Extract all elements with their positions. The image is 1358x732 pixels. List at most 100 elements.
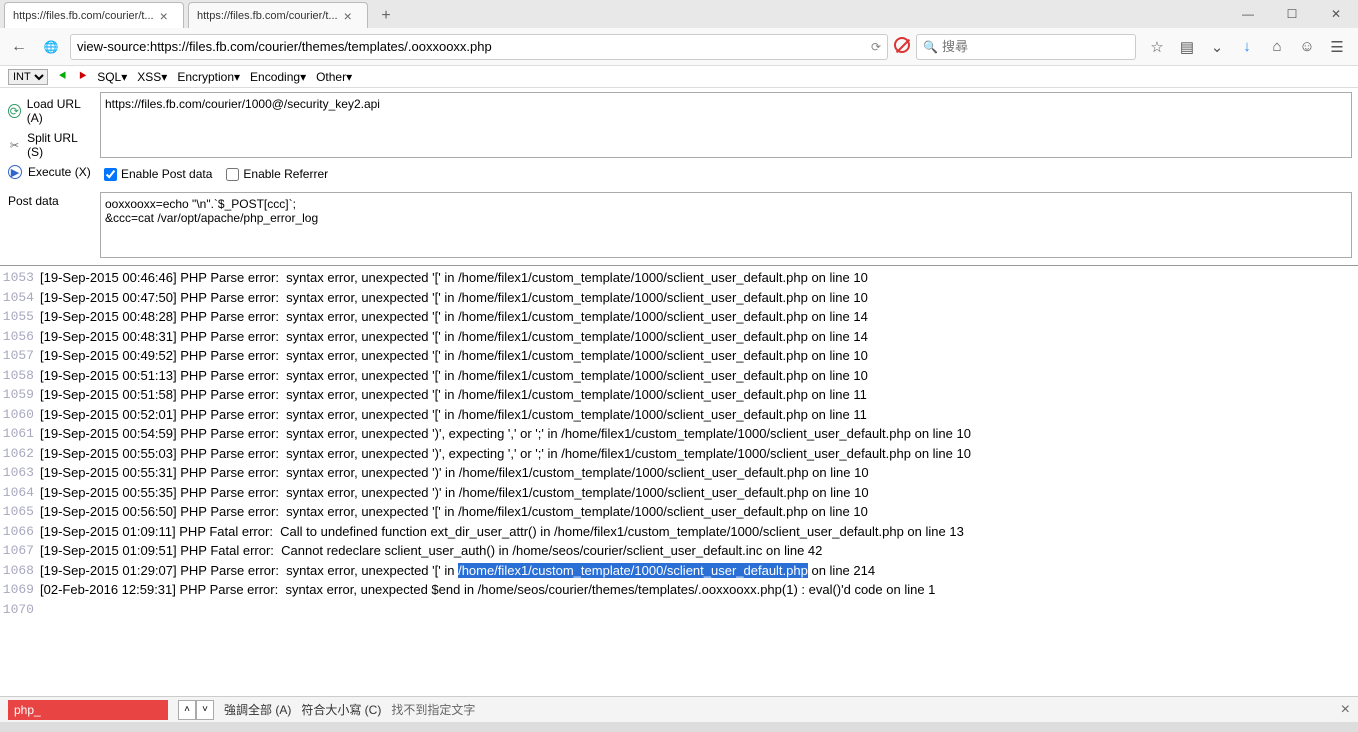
line-text[interactable]: [19-Sep-2015 00:51:13] PHP Parse error: … — [40, 366, 1358, 386]
line-text[interactable]: [19-Sep-2015 00:51:58] PHP Parse error: … — [40, 385, 1358, 405]
close-icon[interactable]: × — [344, 8, 352, 24]
line-number: 1067 — [0, 541, 40, 561]
line-number: 1070 — [0, 600, 40, 620]
enable-referrer-label: Enable Referrer — [243, 167, 328, 181]
line-number: 1053 — [0, 268, 40, 288]
run-left-icon[interactable]: ⯇ — [58, 69, 68, 84]
line-number: 1061 — [0, 424, 40, 444]
find-prev-button[interactable]: ˄ — [178, 700, 196, 720]
pocket-icon[interactable]: ⌄ — [1206, 38, 1228, 56]
taskbar-sliver — [0, 722, 1358, 732]
home-icon[interactable]: ⌂ — [1266, 38, 1288, 55]
line-text[interactable]: [02-Feb-2016 12:59:31] PHP Parse error: … — [40, 580, 1358, 600]
browser-tab-0[interactable]: https://files.fb.com/courier/t... × — [4, 2, 184, 28]
referrer-checkbox[interactable] — [226, 168, 239, 181]
line-number: 1065 — [0, 502, 40, 522]
minimize-button[interactable]: — — [1226, 0, 1270, 28]
close-window-button[interactable]: ✕ — [1314, 0, 1358, 28]
search-icon: 🔍 — [923, 40, 938, 54]
line-number: 1055 — [0, 307, 40, 327]
reload-icon[interactable]: ⟳ — [871, 40, 881, 54]
line-text[interactable]: [19-Sep-2015 00:55:35] PHP Parse error: … — [40, 483, 1358, 503]
line-number: 1066 — [0, 522, 40, 542]
split-url-button[interactable]: ✂ Split URL (S) — [8, 128, 92, 162]
source-line: 1057[19-Sep-2015 00:49:52] PHP Parse err… — [0, 346, 1358, 366]
highlighted-path[interactable]: /home/filex1/custom_template/1000/sclien… — [458, 563, 808, 578]
source-line: 1056[19-Sep-2015 00:48:31] PHP Parse err… — [0, 327, 1358, 347]
execute-button[interactable]: ▶ Execute (X) — [8, 162, 92, 182]
line-text[interactable]: [19-Sep-2015 01:29:07] PHP Parse error: … — [40, 561, 1358, 581]
highlight-all-option[interactable]: 強調全部 (A) — [224, 701, 291, 718]
line-number: 1062 — [0, 444, 40, 464]
maximize-button[interactable]: ☐ — [1270, 0, 1314, 28]
line-number: 1064 — [0, 483, 40, 503]
line-text[interactable]: [19-Sep-2015 00:47:50] PHP Parse error: … — [40, 288, 1358, 308]
line-text[interactable]: [19-Sep-2015 00:46:46] PHP Parse error: … — [40, 268, 1358, 288]
menu-icon[interactable]: ☰ — [1326, 38, 1348, 56]
find-next-button[interactable]: ˅ — [196, 700, 214, 720]
line-number: 1063 — [0, 463, 40, 483]
chat-icon[interactable]: ☺ — [1296, 38, 1318, 55]
navbar: ← 🌐 ⟳ 🔍 ☆ ▤ ⌄ ↓ ⌂ ☺ ☰ — [0, 28, 1358, 66]
titlebar: https://files.fb.com/courier/t... × http… — [0, 0, 1358, 28]
line-number: 1054 — [0, 288, 40, 308]
load-url-button[interactable]: ⟳ Load URL (A) — [8, 94, 92, 128]
mode-select[interactable]: INT — [8, 69, 48, 85]
hackbar-url-input[interactable] — [100, 92, 1352, 158]
window-controls: — ☐ ✕ — [1226, 0, 1358, 28]
download-icon[interactable]: ↓ — [1236, 38, 1258, 55]
line-text[interactable]: [19-Sep-2015 01:09:51] PHP Fatal error: … — [40, 541, 1358, 561]
line-text[interactable]: [19-Sep-2015 01:09:11] PHP Fatal error: … — [40, 522, 1358, 542]
load-icon: ⟳ — [8, 104, 21, 118]
line-number: 1069 — [0, 580, 40, 600]
menu-sql[interactable]: SQL▾ — [97, 70, 127, 84]
hackbar-menu: INT ⯇ ⯈ SQL▾ XSS▾ Encryption▾ Encoding▾ … — [0, 66, 1358, 88]
source-line: 1064[19-Sep-2015 00:55:35] PHP Parse err… — [0, 483, 1358, 503]
match-case-option[interactable]: 符合大小寫 (C) — [301, 701, 381, 718]
search-bar[interactable]: 🔍 — [916, 34, 1136, 60]
menu-other[interactable]: Other▾ — [316, 70, 352, 84]
find-bar: ˄ ˅ 強調全部 (A) 符合大小寫 (C) 找不到指定文字 × — [0, 696, 1358, 722]
line-text[interactable]: [19-Sep-2015 00:55:03] PHP Parse error: … — [40, 444, 1358, 464]
search-input[interactable] — [942, 39, 1129, 54]
browser-tab-1[interactable]: https://files.fb.com/courier/t... × — [188, 2, 368, 28]
source-line: 1053[19-Sep-2015 00:46:46] PHP Parse err… — [0, 268, 1358, 288]
url-input[interactable] — [77, 39, 871, 54]
postdata-input[interactable] — [100, 192, 1352, 258]
back-button[interactable]: ← — [6, 34, 32, 60]
source-line: 1058[19-Sep-2015 00:51:13] PHP Parse err… — [0, 366, 1358, 386]
url-bar[interactable]: ⟳ — [70, 34, 888, 60]
line-text[interactable] — [40, 600, 1358, 620]
library-icon[interactable]: ▤ — [1176, 38, 1198, 56]
line-text[interactable]: [19-Sep-2015 00:55:31] PHP Parse error: … — [40, 463, 1358, 483]
line-text[interactable]: [19-Sep-2015 00:54:59] PHP Parse error: … — [40, 424, 1358, 444]
line-number: 1058 — [0, 366, 40, 386]
post-checkbox[interactable] — [104, 168, 117, 181]
execute-label: Execute (X) — [28, 165, 91, 179]
close-icon[interactable]: × — [160, 8, 168, 24]
enable-post-checkbox[interactable]: Enable Post data — [104, 167, 212, 181]
line-text[interactable]: [19-Sep-2015 00:56:50] PHP Parse error: … — [40, 502, 1358, 522]
source-line: 1054[19-Sep-2015 00:47:50] PHP Parse err… — [0, 288, 1358, 308]
new-tab-button[interactable]: + — [374, 4, 398, 28]
menu-encoding[interactable]: Encoding▾ — [250, 70, 306, 84]
enable-referrer-checkbox[interactable]: Enable Referrer — [226, 167, 328, 181]
toolbar-icons: ☆ ▤ ⌄ ↓ ⌂ ☺ ☰ — [1142, 38, 1352, 56]
tab-title: https://files.fb.com/courier/t... — [13, 10, 154, 22]
bookmark-icon[interactable]: ☆ — [1146, 38, 1168, 56]
line-text[interactable]: [19-Sep-2015 00:49:52] PHP Parse error: … — [40, 346, 1358, 366]
source-line: 1070 — [0, 600, 1358, 620]
line-text[interactable]: [19-Sep-2015 00:48:31] PHP Parse error: … — [40, 327, 1358, 347]
line-text[interactable]: [19-Sep-2015 00:52:01] PHP Parse error: … — [40, 405, 1358, 425]
find-input[interactable] — [8, 700, 168, 720]
menu-xss[interactable]: XSS▾ — [137, 70, 167, 84]
line-number: 1059 — [0, 385, 40, 405]
menu-encryption[interactable]: Encryption▾ — [177, 70, 240, 84]
line-text[interactable]: [19-Sep-2015 00:48:28] PHP Parse error: … — [40, 307, 1358, 327]
find-close-button[interactable]: × — [1341, 701, 1350, 719]
source-view[interactable]: 1053[19-Sep-2015 00:46:46] PHP Parse err… — [0, 266, 1358, 664]
noscript-icon[interactable] — [894, 37, 910, 56]
run-right-icon[interactable]: ⯈ — [78, 69, 88, 84]
play-icon: ▶ — [8, 165, 22, 179]
globe-icon: 🌐 — [38, 34, 64, 60]
